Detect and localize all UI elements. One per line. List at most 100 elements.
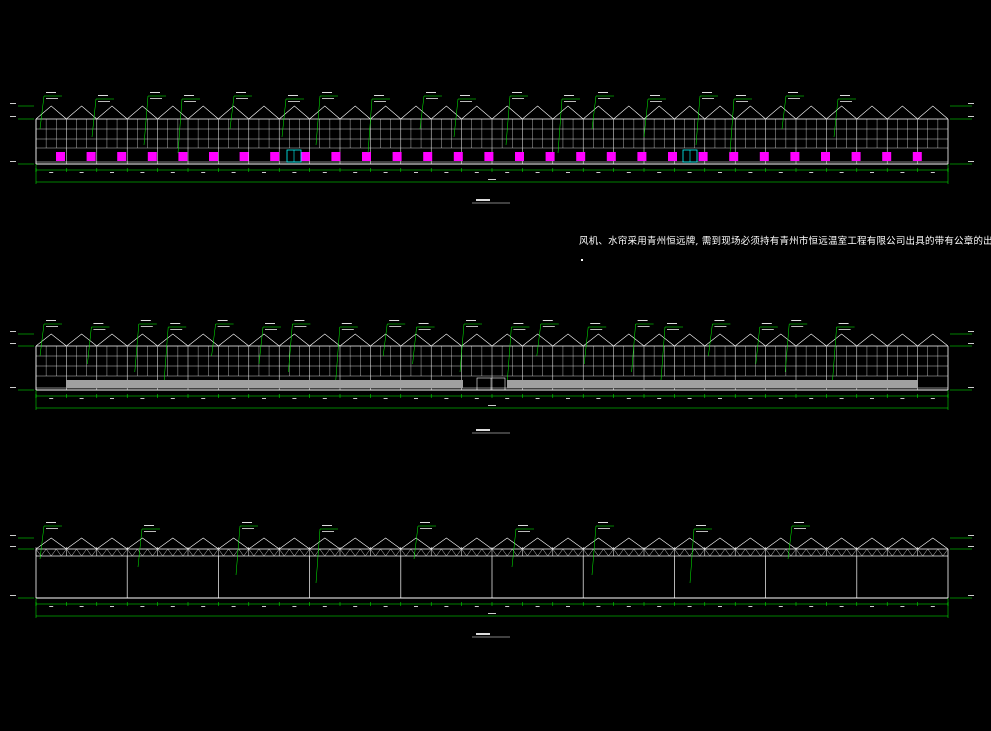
level-text (968, 343, 974, 344)
roof-gable (491, 105, 523, 120)
leader-line (583, 326, 589, 365)
dimension-text (657, 606, 662, 607)
callout-text (426, 92, 436, 93)
fan-unit (392, 152, 402, 161)
callout-subtext (466, 326, 478, 327)
callout-text (374, 95, 384, 96)
callout-text (217, 320, 228, 321)
roof-gable (887, 537, 918, 550)
fan-unit (362, 152, 371, 161)
dimension-text (778, 398, 783, 399)
roof-gable (309, 105, 341, 120)
roof-gable (157, 537, 189, 550)
truss-web (66, 548, 97, 557)
leader-line (412, 326, 417, 365)
leader-line (137, 528, 143, 568)
fan-unit (912, 152, 922, 161)
roof-gable (400, 333, 432, 347)
roof-gable (704, 537, 736, 550)
roof-gable (826, 333, 857, 347)
callout-subtext (840, 101, 852, 102)
roof-gable (735, 105, 766, 120)
callout-text (46, 92, 56, 93)
callout-text (564, 95, 574, 96)
roof-gable (765, 333, 797, 347)
fan-unit (637, 152, 647, 161)
roof-gable (218, 537, 249, 550)
callout-text (788, 92, 798, 93)
dimension-text (839, 398, 844, 399)
dimension-text (596, 606, 601, 607)
fan-unit (484, 152, 494, 161)
callout-subtext (46, 326, 58, 327)
level-text (10, 331, 16, 332)
level-text (10, 103, 16, 104)
callout-subtext (667, 329, 679, 330)
callout-subtext (150, 98, 162, 99)
roof-gable (157, 333, 189, 347)
roof-gable (826, 537, 857, 550)
callout-text (513, 323, 524, 324)
roof-gable (35, 333, 67, 347)
dimension-text (444, 606, 449, 607)
leader-line (39, 525, 45, 560)
fan-unit (270, 152, 280, 161)
roof-gable (339, 537, 371, 550)
dimension-text (900, 398, 905, 399)
truss-web (613, 548, 645, 557)
roof-gable (522, 333, 553, 347)
roof-gable (96, 537, 128, 550)
dimension-text (140, 172, 145, 173)
leader-line (505, 95, 511, 146)
truss-web (461, 548, 493, 557)
callout-text (512, 92, 522, 93)
callout-subtext (217, 326, 230, 327)
view-title (476, 429, 490, 431)
truss-web (735, 548, 766, 557)
dimension-text (170, 606, 175, 607)
callout-subtext (242, 528, 254, 529)
dimension-text (748, 398, 753, 399)
roof-gable (674, 333, 705, 347)
dimension-text (839, 172, 844, 173)
dimension-text (474, 606, 479, 607)
dimension-text (870, 398, 874, 399)
roof-gable (552, 105, 584, 120)
callout-text (242, 522, 252, 523)
callout-text (144, 525, 154, 526)
roof-gable (917, 333, 949, 347)
dimension-text (231, 398, 236, 399)
roof-gable (66, 537, 97, 550)
dimension-text (626, 606, 631, 607)
dimension-text (322, 172, 327, 173)
fan-unit (790, 152, 800, 161)
leader-line (177, 98, 183, 154)
leader-line (211, 323, 216, 357)
truss-web (887, 548, 918, 557)
callout-subtext (420, 528, 432, 529)
callout-text (702, 92, 712, 93)
callout-subtext (322, 98, 334, 99)
callout-subtext (761, 329, 774, 330)
dimension-text (474, 172, 479, 173)
callout-subtext (341, 329, 354, 330)
callout-text (236, 92, 246, 93)
callout-text (322, 525, 332, 526)
roof-gable (157, 105, 189, 120)
dimension-text (444, 398, 449, 399)
overall-dimension-text (488, 405, 496, 406)
dimension-text (657, 172, 662, 173)
roof-gable (674, 537, 705, 550)
callout-subtext (93, 329, 106, 330)
leader-line (708, 323, 713, 357)
callout-text (761, 323, 772, 324)
leader-line (591, 525, 597, 576)
fan-unit (668, 152, 677, 161)
roof-gable (66, 105, 97, 120)
callout-subtext (140, 326, 153, 327)
leader-line (631, 323, 636, 373)
leader-line (335, 326, 341, 381)
fan-unit (698, 152, 708, 161)
dimension-text (809, 172, 814, 173)
leader-line (453, 98, 459, 138)
